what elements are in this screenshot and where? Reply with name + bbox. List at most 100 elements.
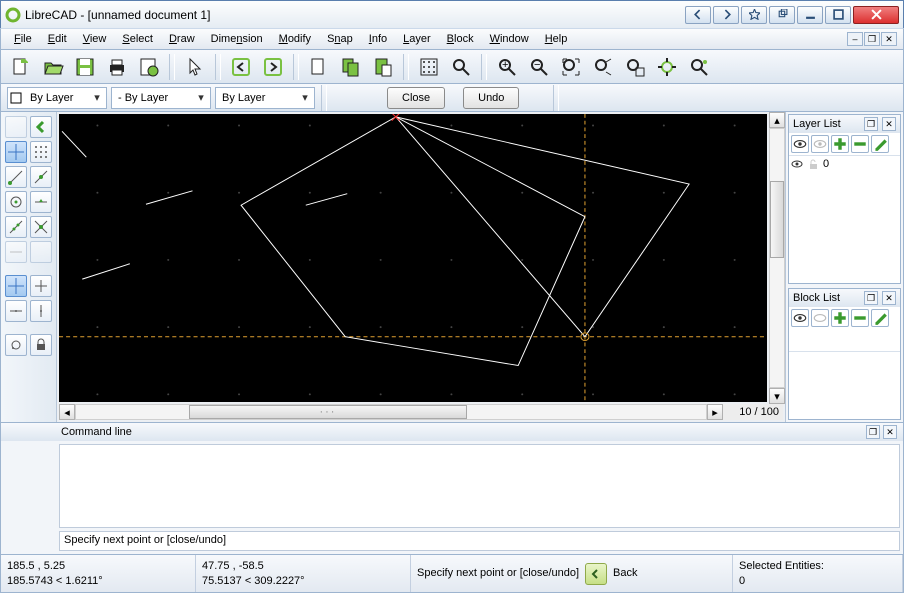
width-combo[interactable]: - By Layer ▾ xyxy=(111,87,211,109)
block-rename[interactable] xyxy=(871,309,889,327)
zoom-prev-button[interactable] xyxy=(589,54,617,80)
menu-draw[interactable]: Draw xyxy=(162,31,202,47)
undo-action-button[interactable]: Undo xyxy=(463,87,519,109)
zoom-out-button[interactable]: − xyxy=(525,54,553,80)
layer-hideall[interactable] xyxy=(811,135,829,153)
chevron-down-icon: ▾ xyxy=(298,91,312,104)
dock-float-icon[interactable]: ❐ xyxy=(866,425,880,439)
mdi-close[interactable]: ✕ xyxy=(881,32,897,46)
snap-center[interactable] xyxy=(5,191,27,213)
layer-showall[interactable] xyxy=(791,135,809,153)
menu-view[interactable]: View xyxy=(76,31,114,47)
menu-layer[interactable]: Layer xyxy=(396,31,438,47)
menu-snap[interactable]: Snap xyxy=(320,31,360,47)
dock-float-icon[interactable]: ❐ xyxy=(864,117,878,131)
mdi-minimize[interactable]: – xyxy=(847,32,863,46)
save-button[interactable] xyxy=(71,54,99,80)
zoom-sel-button[interactable] xyxy=(685,54,713,80)
menu-modify[interactable]: Modify xyxy=(272,31,318,47)
snap-intersection[interactable] xyxy=(30,216,52,238)
snap-onentity[interactable] xyxy=(30,166,52,188)
commandline-input[interactable]: Specify next point or [close/undo] xyxy=(59,531,900,551)
hscroll-thumb[interactable]: ··· xyxy=(189,405,466,419)
snap-free[interactable] xyxy=(5,141,27,163)
menu-help[interactable]: Help xyxy=(538,31,575,47)
tool-back[interactable] xyxy=(30,116,52,138)
menu-info[interactable]: Info xyxy=(362,31,394,47)
restrict-nothing[interactable] xyxy=(5,275,27,297)
scroll-down-icon[interactable]: ▾ xyxy=(769,388,785,404)
zoom-pan-button[interactable] xyxy=(653,54,681,80)
pointer-button[interactable] xyxy=(181,54,209,80)
snap-coord[interactable] xyxy=(5,241,27,263)
undo-button[interactable] xyxy=(227,54,255,80)
layer-row[interactable]: 0 xyxy=(791,158,898,170)
app-icon xyxy=(5,7,21,23)
menu-block[interactable]: Block xyxy=(440,31,481,47)
commandline-output xyxy=(59,444,900,528)
new-button[interactable] xyxy=(7,54,35,80)
print-preview-button[interactable] xyxy=(135,54,163,80)
menu-window[interactable]: Window xyxy=(483,31,536,47)
snap-blank2[interactable] xyxy=(30,241,52,263)
print-button[interactable] xyxy=(103,54,131,80)
drawing-canvas[interactable] xyxy=(59,114,767,402)
commandline-dock: Command line❐✕ Specify next point or [cl… xyxy=(0,423,904,555)
zoom-window-button[interactable] xyxy=(621,54,649,80)
close-button[interactable] xyxy=(853,6,899,24)
block-showall[interactable] xyxy=(791,309,809,327)
dock-close-icon[interactable]: ✕ xyxy=(882,117,896,131)
horizontal-scrollbar[interactable]: ◂ ··· ▸ 10 / 100 xyxy=(59,404,783,420)
back-button[interactable] xyxy=(585,563,607,585)
layer-edit[interactable] xyxy=(871,135,889,153)
open-button[interactable] xyxy=(39,54,67,80)
status-abs-coord: 185.5 , 5.25 xyxy=(7,559,189,573)
dock-float-icon[interactable]: ❐ xyxy=(864,291,878,305)
relzero-lock[interactable] xyxy=(30,334,52,356)
menu-file[interactable]: File xyxy=(7,31,39,47)
menu-select[interactable]: Select xyxy=(115,31,160,47)
titlebar-star-icon[interactable] xyxy=(741,6,767,24)
menu-edit[interactable]: Edit xyxy=(41,31,74,47)
dock-close-icon[interactable]: ✕ xyxy=(882,291,896,305)
block-hideall[interactable] xyxy=(811,309,829,327)
zoom-auto-button[interactable] xyxy=(557,54,585,80)
redo-button[interactable] xyxy=(259,54,287,80)
close-action-button[interactable]: Close xyxy=(387,87,445,109)
layer-remove[interactable] xyxy=(851,135,869,153)
layer-add[interactable] xyxy=(831,135,849,153)
snap-grid[interactable] xyxy=(30,141,52,163)
titlebar-back-icon[interactable] xyxy=(685,6,711,24)
menu-dimension[interactable]: Dimension xyxy=(204,31,270,47)
block-remove[interactable] xyxy=(851,309,869,327)
snap-endpoint[interactable] xyxy=(5,166,27,188)
relzero-set[interactable] xyxy=(5,334,27,356)
restrict-ortho[interactable] xyxy=(30,275,52,297)
scroll-left-icon[interactable]: ◂ xyxy=(59,404,75,420)
layer-name: 0 xyxy=(823,158,829,170)
snap-dist[interactable] xyxy=(5,216,27,238)
restrict-vert[interactable] xyxy=(30,300,52,322)
linetype-combo[interactable]: By Layer ▾ xyxy=(215,87,315,109)
tool-blank[interactable] xyxy=(5,116,27,138)
vscroll-thumb[interactable] xyxy=(770,181,784,258)
copy-button[interactable] xyxy=(337,54,365,80)
block-add[interactable] xyxy=(831,309,849,327)
mdi-restore[interactable]: ❐ xyxy=(864,32,880,46)
vertical-scrollbar[interactable]: ▴ ▾ xyxy=(769,112,785,404)
paste-button[interactable] xyxy=(369,54,397,80)
restrict-horz[interactable] xyxy=(5,300,27,322)
dock-close-icon[interactable]: ✕ xyxy=(883,425,897,439)
zoom-in-button[interactable]: + xyxy=(493,54,521,80)
scroll-right-icon[interactable]: ▸ xyxy=(707,404,723,420)
scroll-up-icon[interactable]: ▴ xyxy=(769,112,785,128)
zoom-redraw-button[interactable] xyxy=(447,54,475,80)
grid-button[interactable] xyxy=(415,54,443,80)
cut-button[interactable] xyxy=(305,54,333,80)
maximize-button[interactable] xyxy=(825,6,851,24)
snap-middle[interactable] xyxy=(30,191,52,213)
minimize-button[interactable] xyxy=(797,6,823,24)
titlebar-fwd-icon[interactable] xyxy=(713,6,739,24)
titlebar-restore2-icon[interactable] xyxy=(769,6,795,24)
color-combo[interactable]: By Layer ▾ xyxy=(7,87,107,109)
